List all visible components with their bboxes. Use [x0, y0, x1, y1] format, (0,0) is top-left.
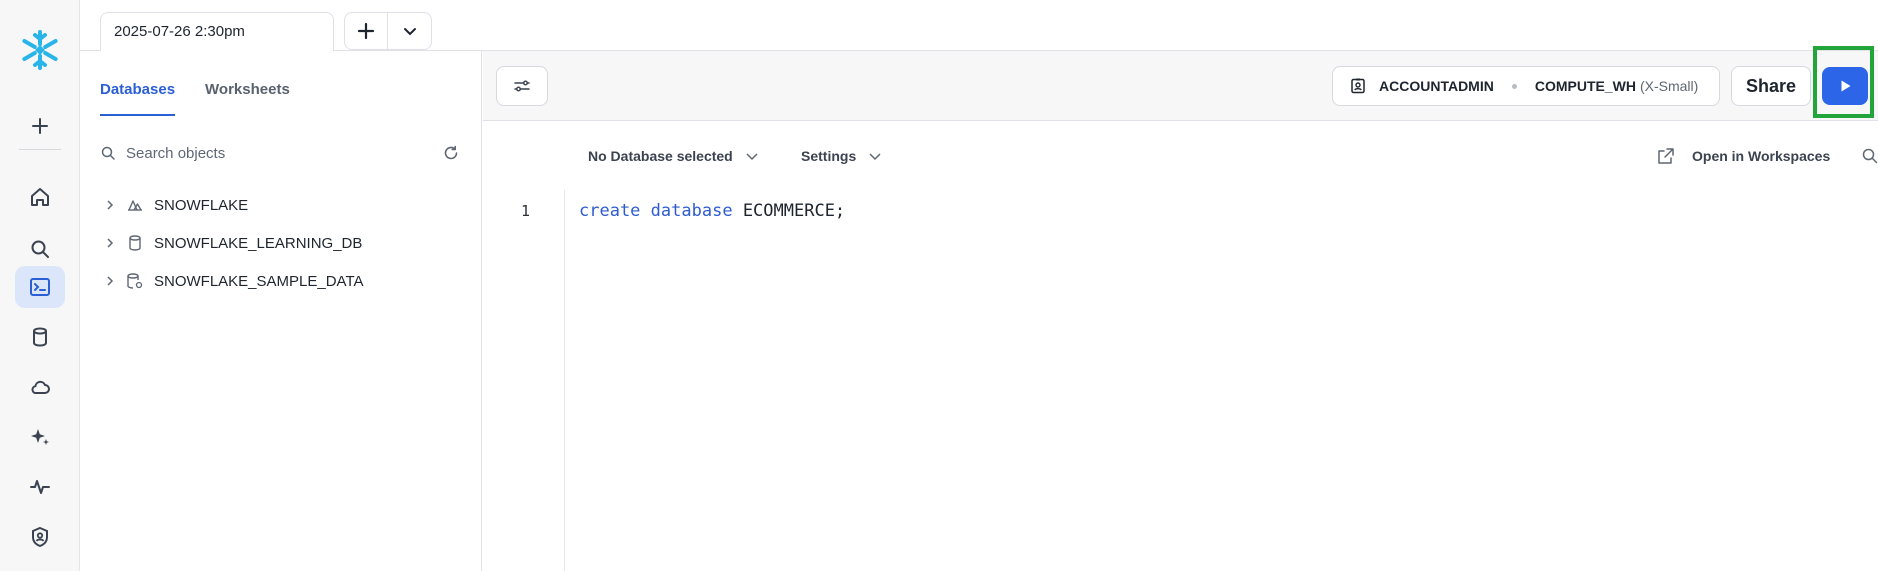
create-button[interactable] — [15, 105, 65, 147]
nav-ai-ml[interactable] — [15, 416, 65, 458]
nav-home[interactable] — [15, 176, 65, 218]
sliders-icon — [514, 80, 530, 92]
play-icon — [1841, 80, 1851, 92]
database-icon — [120, 234, 150, 252]
shared-database-icon — [120, 272, 150, 290]
plus-icon — [357, 22, 375, 40]
nav-governance[interactable] — [15, 516, 65, 558]
chevron-down-icon — [746, 153, 758, 161]
new-worksheet-button[interactable] — [345, 13, 388, 49]
tab-worksheets[interactable]: Worksheets — [205, 81, 290, 116]
chevron-down-icon — [869, 153, 881, 161]
nav-data-products[interactable] — [15, 366, 65, 408]
worksheet-tab[interactable]: 2025-07-26 2:30pm — [100, 12, 334, 52]
settings-label: Settings — [801, 148, 857, 164]
search-icon — [101, 146, 115, 160]
cloud-icon — [31, 380, 50, 394]
sql-keyword: create — [579, 201, 641, 221]
database-selector-label: No Database selected — [588, 148, 733, 164]
role-badge-icon — [1351, 78, 1365, 94]
tree-item-snowflake[interactable]: SNOWFLAKE — [100, 186, 460, 224]
line-number: 1 — [521, 202, 531, 220]
nav-data[interactable] — [15, 316, 65, 358]
explorer-tabs: Databases Worksheets — [100, 81, 290, 116]
open-in-workspaces-link[interactable]: Open in Workspaces — [1656, 146, 1830, 166]
tree-item-snowflake-learning-db[interactable]: SNOWFLAKE_LEARNING_DB — [100, 224, 460, 262]
shield-icon — [32, 526, 48, 548]
sql-identifier: ECOMMERCE; — [742, 201, 846, 221]
shared-db-icon — [120, 196, 150, 214]
chevron-down-icon — [403, 28, 416, 36]
sparkle-icon — [31, 429, 49, 445]
tab-databases[interactable]: Databases — [100, 81, 176, 116]
database-selector[interactable]: No Database selected — [588, 148, 759, 164]
snowflake-logo-icon[interactable] — [18, 28, 62, 72]
database-tree: SNOWFLAKE SNOWFLAKE_LEARNING_DB SNOWFLAK… — [100, 186, 460, 300]
nav-monitoring[interactable] — [15, 466, 65, 508]
tab-actions — [344, 12, 432, 50]
plus-icon — [32, 118, 48, 134]
activity-icon — [30, 480, 50, 494]
tree-item-snowflake-sample-data[interactable]: SNOWFLAKE_SAMPLE_DATA — [100, 262, 460, 300]
app-window: 2025-07-26 2:30pm Databases Worksheets S… — [0, 0, 1878, 571]
editor-gutter: 1 — [483, 190, 565, 571]
search-icon — [1862, 148, 1878, 164]
warehouse-size: (X-Small) — [1639, 78, 1699, 94]
editor-header: No Database selected Settings Open in Wo… — [483, 138, 1878, 178]
left-nav-rail — [0, 0, 80, 571]
chevron-right-icon[interactable] — [100, 275, 120, 287]
editor-search-button[interactable] — [1861, 147, 1878, 168]
database-label: SNOWFLAKE — [154, 196, 249, 214]
rail-divider — [19, 149, 61, 150]
database-label: SNOWFLAKE_SAMPLE_DATA — [154, 272, 364, 290]
run-button[interactable] — [1822, 67, 1868, 105]
separator-dot — [1511, 83, 1517, 89]
warehouse-name: COMPUTE_WH — [1534, 78, 1636, 94]
nav-search[interactable] — [15, 228, 65, 270]
home-icon — [31, 188, 49, 206]
chevron-right-icon[interactable] — [100, 199, 120, 211]
filters-button[interactable] — [496, 66, 548, 106]
refresh-icon[interactable] — [442, 144, 460, 162]
settings-menu[interactable]: Settings — [801, 148, 882, 164]
open-in-workspaces-label: Open in Workspaces — [1692, 148, 1831, 164]
tab-menu-button[interactable] — [388, 13, 431, 49]
worksheet-tabbar: 2025-07-26 2:30pm — [80, 0, 1878, 52]
nav-projects[interactable] — [15, 266, 65, 308]
search-icon — [31, 240, 49, 258]
role-name: ACCOUNTADMIN — [1379, 78, 1494, 94]
database-icon — [33, 327, 47, 347]
sql-editor[interactable]: create database ECOMMERCE; — [579, 201, 845, 221]
object-explorer: Databases Worksheets Search objects SNOW… — [80, 51, 482, 571]
terminal-icon — [30, 278, 50, 296]
chevron-right-icon[interactable] — [100, 237, 120, 249]
object-search[interactable]: Search objects — [100, 141, 460, 165]
search-input[interactable]: Search objects — [126, 145, 442, 162]
worksheet-tab-label: 2025-07-26 2:30pm — [114, 23, 245, 40]
external-link-icon — [1658, 148, 1674, 164]
database-label: SNOWFLAKE_LEARNING_DB — [154, 234, 363, 252]
editor-toolbar: ACCOUNTADMIN COMPUTE_WH (X-Small) Share — [483, 46, 1878, 121]
context-selector[interactable]: ACCOUNTADMIN COMPUTE_WH (X-Small) — [1332, 66, 1720, 106]
sql-keyword: database — [650, 201, 733, 221]
share-button[interactable]: Share — [1731, 66, 1811, 106]
